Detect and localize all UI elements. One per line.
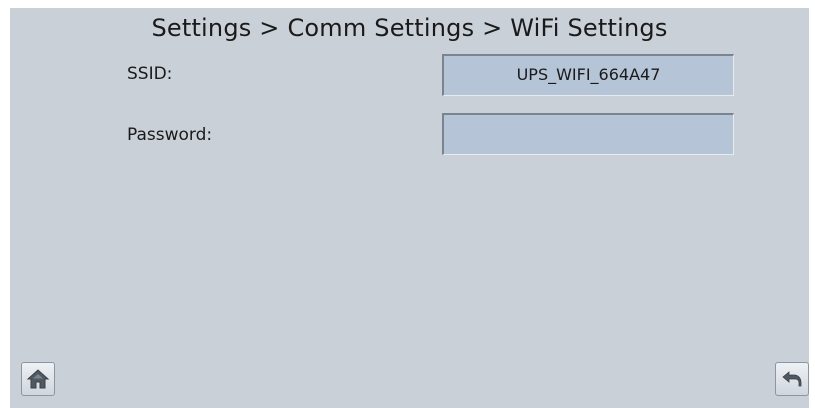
password-label: Password: [127, 125, 213, 145]
ssid-field[interactable]: UPS_WIFI_664A47 [442, 54, 734, 96]
page-title-breadcrumb: Settings > Comm Settings > WiFi Settings [151, 14, 668, 42]
settings-screen: Settings > Comm Settings > WiFi Settings… [10, 8, 809, 408]
ssid-label: SSID: [127, 64, 173, 84]
home-icon [26, 368, 50, 390]
home-button[interactable] [21, 362, 55, 396]
back-button[interactable] [775, 362, 809, 396]
password-field[interactable] [442, 113, 734, 155]
back-arrow-icon [780, 368, 804, 390]
